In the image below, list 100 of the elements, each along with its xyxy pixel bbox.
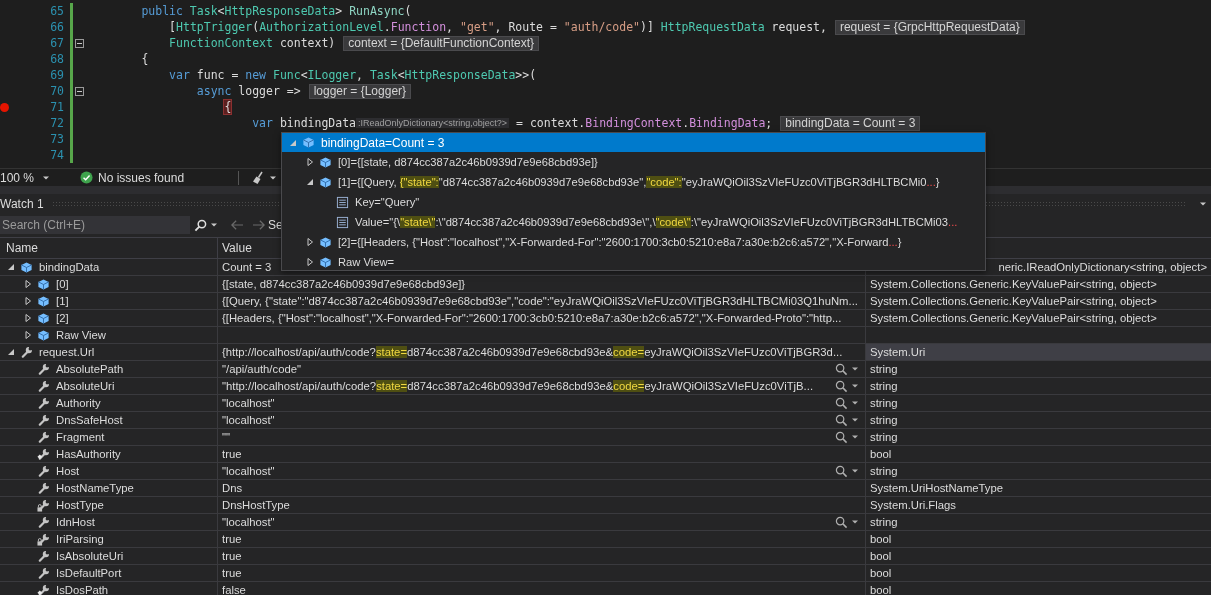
variable-name: Authority — [56, 397, 101, 409]
caret-icon[interactable] — [851, 518, 859, 526]
search-icon[interactable] — [835, 413, 848, 427]
expander-icon[interactable] — [305, 157, 315, 167]
collapse-icon[interactable] — [75, 38, 84, 48]
wrench-icon — [37, 447, 50, 461]
variable-name: IsAbsoluteUri — [56, 550, 124, 562]
variable-value: true — [222, 567, 242, 579]
expander-icon[interactable] — [23, 313, 33, 323]
breakpoint-icon[interactable] — [0, 102, 9, 112]
line-number: 74 — [49, 148, 64, 162]
expander-icon[interactable] — [305, 237, 315, 247]
variable-value: "localhost" — [222, 465, 275, 477]
variable-name: IsDefaultPort — [56, 567, 122, 579]
cube-icon — [319, 175, 332, 189]
variable-value: DnsHostType — [222, 499, 290, 511]
variable-name: AbsolutePath — [56, 363, 124, 375]
collapse-icon[interactable] — [75, 86, 84, 96]
search-field[interactable]: Search (Ctrl+E) — [0, 216, 190, 234]
caret-icon[interactable] — [851, 433, 859, 441]
column-header[interactable]: Name — [0, 238, 218, 258]
inline-data-tip[interactable]: context = {DefaultFunctionContext} — [343, 35, 540, 51]
caret-icon[interactable] — [210, 221, 218, 229]
expander-icon[interactable] — [23, 279, 33, 289]
variable-value: true — [222, 533, 242, 545]
variable-value: false — [222, 584, 246, 595]
datatip-header[interactable]: bindingData=Count = 3 — [282, 133, 985, 152]
variable-value: Count = 3 — [222, 261, 272, 273]
expander-icon[interactable] — [6, 262, 16, 272]
inline-data-tip[interactable]: logger = {Logger} — [308, 83, 412, 99]
cube-icon — [20, 260, 33, 274]
line-number: 71 — [49, 100, 64, 114]
variable-value: "localhost" — [222, 516, 275, 528]
caret-icon[interactable] — [851, 382, 859, 390]
code-text: var func = new Func<ILogger, Task<HttpResponseData>>( — [169, 68, 537, 82]
expander-icon[interactable] — [23, 296, 33, 306]
variable-value: {[Query, {"state":"d874cc387a2c46b0939d7e9e68cbd93e","code":"eyJraWQiOil3SzVIeFUzc0ViTjBGR3dHLTBCMi03Q1huNm... — [222, 295, 858, 307]
issues-status: No issues found — [98, 170, 185, 185]
variable-type: string — [869, 515, 899, 530]
variable-name: Fragment — [56, 431, 105, 443]
wrench-icon — [37, 413, 50, 427]
variable-type: string — [869, 379, 899, 394]
code-text: { — [224, 100, 232, 114]
line-number: 73 — [49, 132, 64, 146]
code-text: = context.BindingContext.BindingData; — [515, 116, 773, 130]
variable-value: "" — [222, 431, 231, 443]
datatip-value: [2]={[Headers, {"Host":"localhost","X-Forwarded-For":"2600:1700:3cb0:5210:e8a7:a30e:b2c6:a572","X-Forward...} — [338, 236, 902, 248]
caret-icon[interactable] — [851, 416, 859, 424]
search-icon[interactable] — [835, 362, 848, 376]
search-icon[interactable] — [835, 515, 848, 529]
wrench-icon — [37, 515, 50, 529]
variable-type: System.Collections.Generic.KeyValuePair<string, object> — [869, 277, 1158, 292]
variable-name: [0] — [56, 278, 69, 290]
search-icon[interactable] — [835, 396, 848, 410]
wrench-icon — [37, 583, 50, 595]
variable-value: {[state, d874cc387a2c46b0939d7e9e68cbd93e]} — [222, 278, 466, 290]
back-arrow-icon[interactable] — [230, 219, 244, 231]
variable-type: bool — [869, 532, 893, 547]
line-number: 67 — [49, 36, 64, 50]
caret-icon[interactable] — [851, 399, 859, 407]
inline-data-tip[interactable]: bindingData = Count = 3 — [780, 115, 921, 131]
caret-icon[interactable] — [851, 467, 859, 475]
expander-icon[interactable] — [6, 347, 16, 357]
search-icon[interactable] — [835, 379, 848, 393]
line-number: 65 — [49, 4, 64, 18]
search-icon[interactable] — [835, 464, 848, 478]
variable-type: bool — [869, 566, 893, 581]
variable-value: "localhost" — [222, 397, 275, 409]
datatip-value: Key="Query" — [355, 196, 420, 208]
panel-title: Watch 1 — [0, 196, 44, 211]
variable-name: request.Url — [39, 346, 95, 358]
variable-type: System.Collections.Generic.KeyValuePair<string, object> — [869, 311, 1158, 326]
code-text: async logger => — [196, 84, 301, 98]
variable-type: string — [869, 362, 899, 377]
search-icon[interactable] — [194, 218, 207, 232]
expander-icon[interactable] — [23, 330, 33, 340]
line-number: 66 — [49, 20, 64, 34]
cube-icon — [37, 328, 50, 342]
variable-type: neric.IReadOnlyDictionary<string, object> — [997, 260, 1208, 275]
variable-type: string — [869, 396, 899, 411]
wrench-lock-icon — [37, 532, 50, 546]
variable-name: HostType — [56, 499, 104, 511]
wrench-icon — [37, 566, 50, 580]
variable-value: Dns — [222, 482, 243, 494]
cube-icon — [37, 294, 50, 308]
cube-icon — [319, 155, 332, 169]
inline-data-tip[interactable]: request = {GrpcHttpRequestData} — [834, 19, 1025, 35]
caret-icon[interactable] — [851, 365, 859, 373]
variable-name: [1] — [56, 295, 69, 307]
cube-icon — [319, 255, 332, 269]
datatip-title: bindingData=Count = 3 — [321, 135, 445, 150]
expander-icon[interactable] — [305, 257, 315, 267]
variable-name: HasAuthority — [56, 448, 121, 460]
variable-type: bool — [869, 549, 893, 564]
forward-arrow-icon[interactable] — [252, 219, 266, 231]
variable-type: System.UriHostNameType — [869, 481, 1005, 496]
wrench-icon — [37, 481, 50, 495]
variable-value: "localhost" — [222, 414, 275, 426]
search-icon[interactable] — [835, 430, 848, 444]
wrench-icon — [37, 549, 50, 563]
